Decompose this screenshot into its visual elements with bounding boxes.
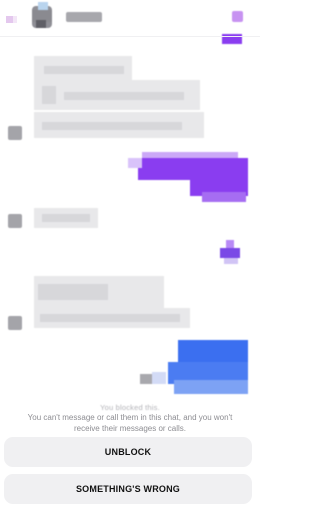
somethings-wrong-button[interactable]: SOMETHING'S WRONG	[4, 474, 252, 504]
outgoing-message[interactable]	[140, 340, 254, 396]
back-icon[interactable]	[6, 12, 20, 24]
sender-avatar[interactable]	[8, 126, 22, 140]
contact-avatar[interactable]	[32, 2, 52, 28]
blocked-info-text: You can't message or call them in this c…	[27, 413, 233, 433]
incoming-message[interactable]	[34, 56, 204, 142]
incoming-message[interactable]	[34, 208, 98, 228]
incoming-message[interactable]	[34, 276, 204, 330]
unblock-button[interactable]: UNBLOCK	[4, 437, 252, 467]
reaction-icon[interactable]	[220, 240, 240, 264]
sender-avatar[interactable]	[8, 214, 22, 228]
chat-header	[0, 0, 260, 44]
square-icon[interactable]	[232, 11, 243, 22]
sender-avatar[interactable]	[8, 316, 22, 330]
blocked-status: You blocked this.	[100, 403, 160, 412]
contact-name[interactable]	[66, 12, 102, 22]
outgoing-message[interactable]	[128, 152, 248, 202]
